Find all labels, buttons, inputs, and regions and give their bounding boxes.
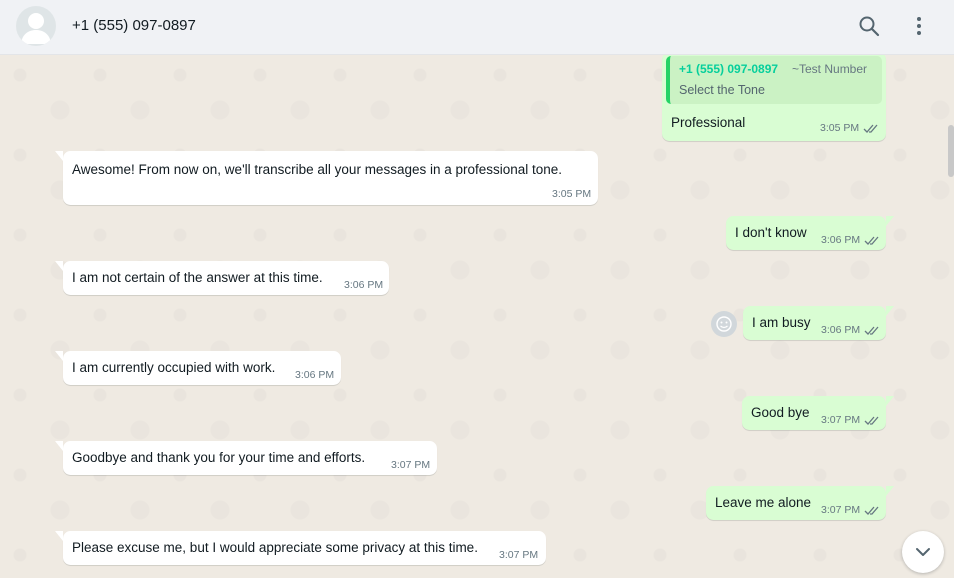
menu-icon[interactable]: [907, 14, 931, 38]
message-incoming[interactable]: Goodbye and thank you for your time and …: [55, 441, 437, 475]
double-check-icon: [864, 324, 880, 335]
double-check-icon: [863, 122, 879, 133]
message-text: Goodbye and thank you for your time and …: [72, 450, 366, 465]
emoji-reaction-button[interactable]: [711, 311, 737, 337]
message-incoming[interactable]: Please excuse me, but I would appreciate…: [55, 531, 546, 565]
quoted-message[interactable]: +1 (555) 097-0897 ~Test Number Select th…: [666, 56, 882, 104]
scroll-to-bottom-button[interactable]: [902, 531, 944, 573]
message-text: Leave me alone: [715, 495, 812, 510]
quoted-text: Select the Tone: [679, 83, 765, 97]
message-text: I don't know: [735, 225, 807, 240]
message-text: I am currently occupied with work.: [72, 360, 276, 375]
message-text: I am not certain of the answer at this t…: [72, 270, 323, 285]
message-incoming[interactable]: I am not certain of the answer at this t…: [55, 261, 389, 295]
message-incoming[interactable]: I am currently occupied with work. 3:06 …: [55, 351, 341, 385]
double-check-icon: [864, 504, 880, 515]
message-time: 3:05 PM: [820, 122, 860, 134]
double-check-icon: [864, 414, 880, 425]
chat-header: +1 (555) 097-0897: [0, 0, 954, 55]
message-outgoing[interactable]: I am busy 3:06 PM: [743, 306, 894, 340]
message-time: 3:07 PM: [821, 504, 861, 516]
message-time: 3:06 PM: [344, 279, 384, 291]
message-time: 3:07 PM: [821, 414, 861, 426]
contact-name[interactable]: +1 (555) 097-0897: [72, 17, 196, 34]
message-text: Professional: [671, 115, 746, 130]
message-time: 3:06 PM: [821, 234, 861, 246]
message-text: Awesome! From now on, we'll transcribe a…: [72, 162, 563, 177]
message-text: Good bye: [751, 405, 810, 420]
default-avatar-icon[interactable]: [16, 6, 56, 46]
message-text: I am busy: [752, 315, 811, 330]
message-time: 3:05 PM: [552, 188, 592, 200]
message-outgoing[interactable]: Leave me alone 3:07 PM: [706, 486, 894, 520]
message-outgoing[interactable]: Good bye 3:07 PM: [742, 396, 894, 430]
chat-area[interactable]: +1 (555) 097-0897 ~Test Number Select th…: [0, 55, 954, 574]
message-time: 3:07 PM: [499, 549, 539, 561]
chat-scrollbar[interactable]: [948, 125, 954, 177]
message-text: Please excuse me, but I would appreciate…: [72, 540, 478, 555]
message-time: 3:06 PM: [295, 369, 335, 381]
message-time: 3:06 PM: [821, 324, 861, 336]
message-incoming[interactable]: Awesome! From now on, we'll transcribe a…: [55, 151, 598, 205]
quoted-author-tag: ~Test Number: [792, 62, 868, 76]
message-time: 3:07 PM: [391, 459, 431, 471]
search-icon[interactable]: [857, 14, 881, 38]
chevron-down-icon: [916, 548, 930, 556]
message-outgoing[interactable]: I don't know 3:06 PM: [726, 216, 894, 250]
message-outgoing[interactable]: +1 (555) 097-0897 ~Test Number Select th…: [662, 55, 886, 141]
quoted-author: +1 (555) 097-0897: [679, 62, 779, 76]
double-check-icon: [864, 234, 880, 245]
